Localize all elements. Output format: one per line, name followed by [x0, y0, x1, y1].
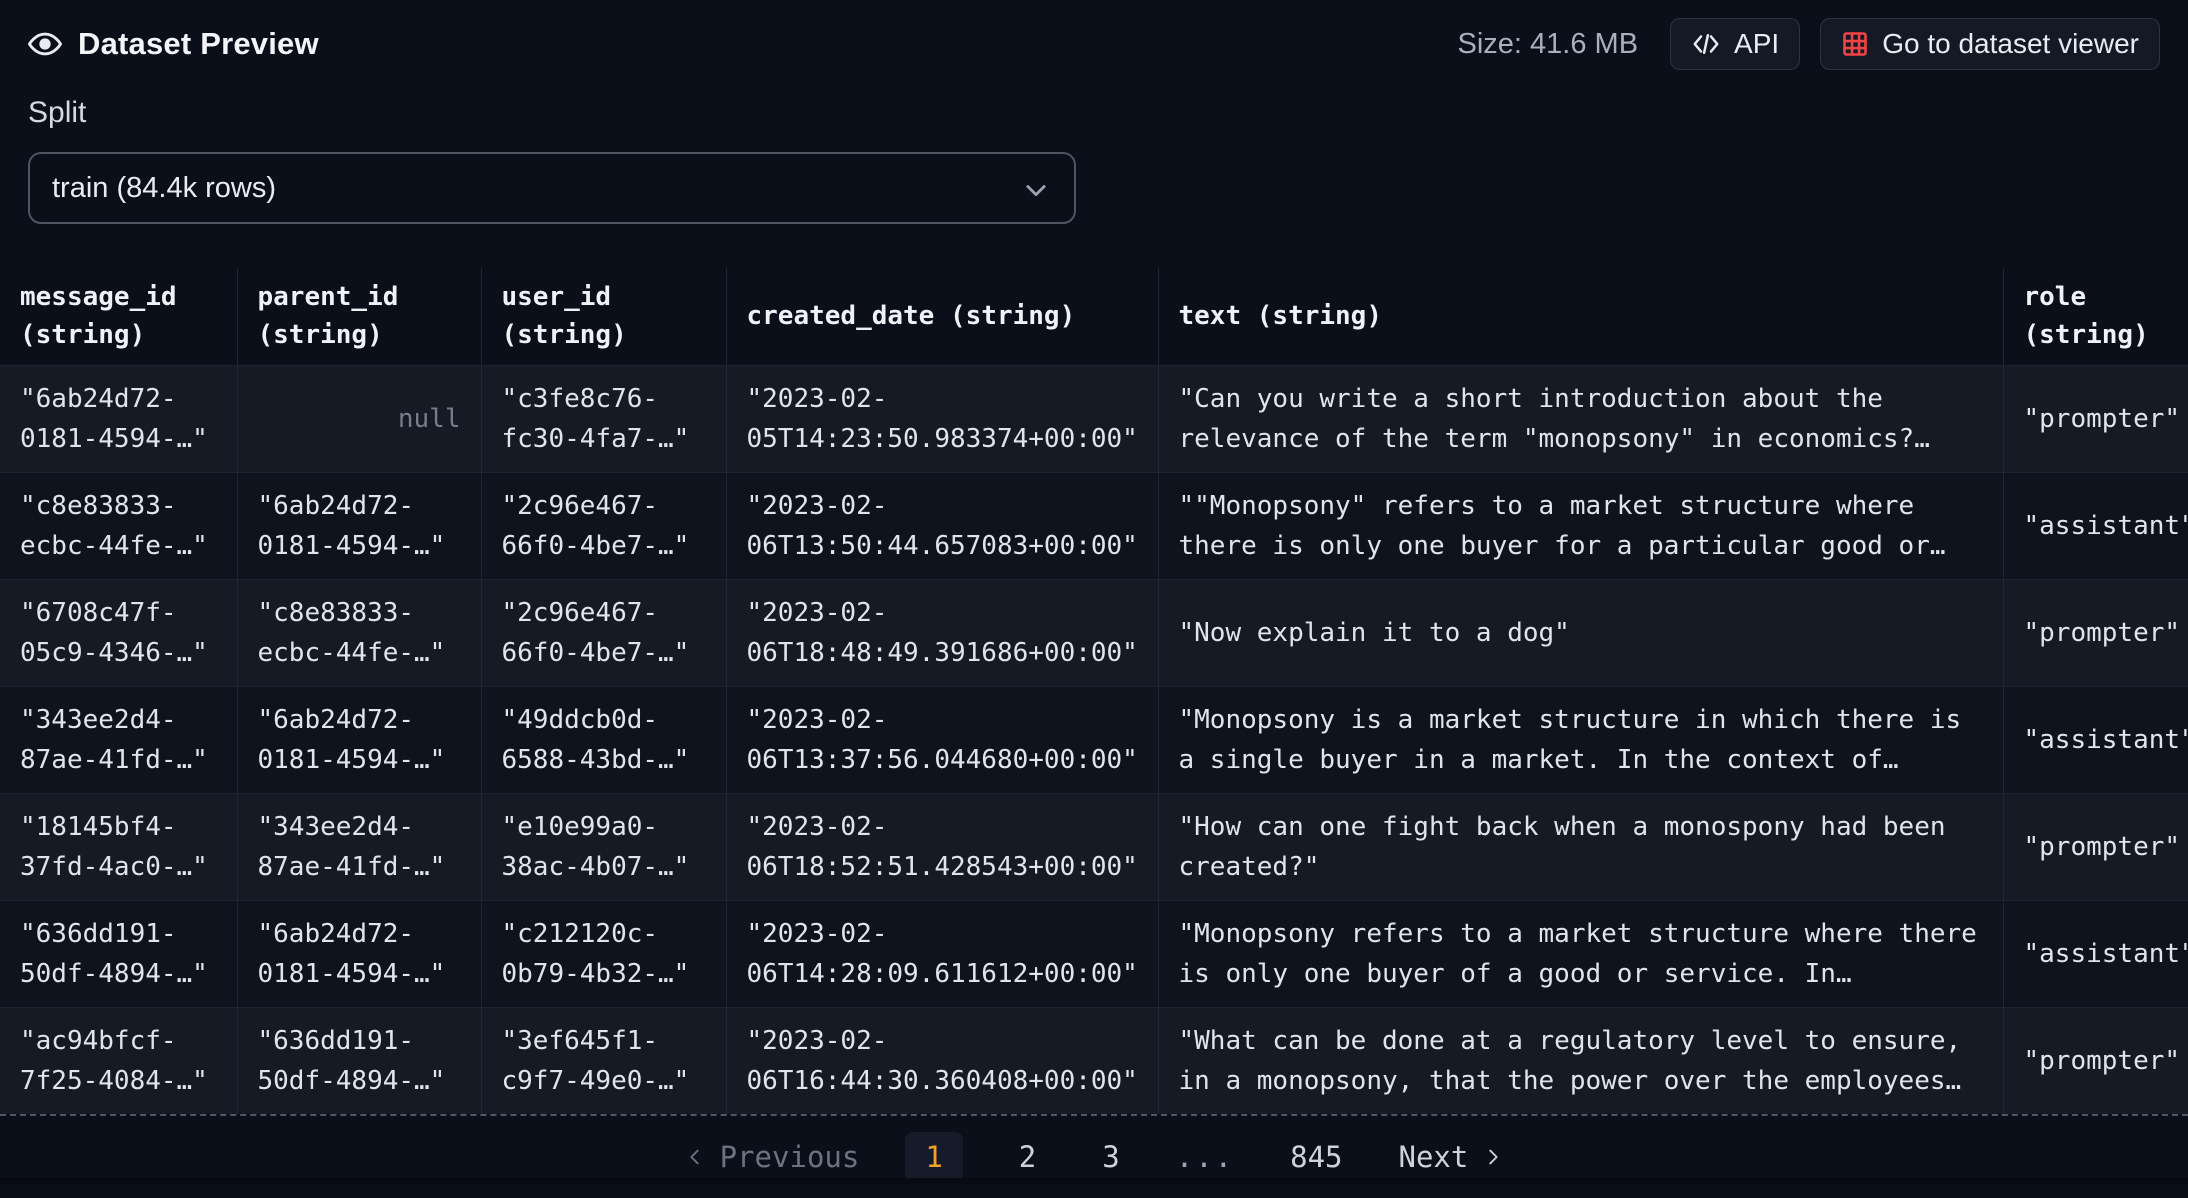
cell-message-id: "6ab24d72-0181-4594-…": [0, 365, 237, 472]
page-button-3[interactable]: 3: [1092, 1132, 1129, 1182]
cell-parent-id: "343ee2d4-87ae-41fd-…": [237, 793, 481, 900]
api-button-label: API: [1734, 28, 1779, 60]
next-label: Next: [1399, 1140, 1469, 1174]
chevron-down-icon: [1022, 176, 1050, 204]
go-to-dataset-viewer-button[interactable]: Go to dataset viewer: [1820, 18, 2160, 70]
pagination: Previous 1 2 3 ... 845 Next: [0, 1116, 2188, 1198]
cell-message-id: "636dd191-50df-4894-…": [0, 900, 237, 1007]
column-header-role: role (string): [2003, 268, 2188, 365]
cell-parent-id: "636dd191-50df-4894-…": [237, 1007, 481, 1114]
column-header-parent-id: parent_id (string): [237, 268, 481, 365]
cell-text: "Monopsony is a market structure in whic…: [1158, 686, 2003, 793]
split-select-value: train (84.4k rows): [30, 172, 276, 205]
cell-text: "Monopsony refers to a market structure …: [1158, 900, 2003, 1007]
cell-message-id: "ac94bfcf-7f25-4084-…": [0, 1007, 237, 1114]
cell-created-date: "2023-02-06T13:37:56.044680+00:00": [726, 686, 1158, 793]
cell-user-id: "c3fe8c76-fc30-4fa7-…": [481, 365, 726, 472]
cell-created-date: "2023-02-06T18:48:49.391686+00:00": [726, 579, 1158, 686]
split-section: Split train (84.4k rows): [0, 76, 2188, 224]
cell-text: "What can be done at a regulatory level …: [1158, 1007, 2003, 1114]
table-row: "c8e83833-ecbc-44fe-…" "6ab24d72-0181-45…: [0, 472, 2188, 579]
cell-created-date: "2023-02-06T13:50:44.657083+00:00": [726, 472, 1158, 579]
cell-created-date: "2023-02-06T14:28:09.611612+00:00": [726, 900, 1158, 1007]
dataset-size-label: Size: 41.6 MB: [1458, 28, 1639, 61]
table-row: "18145bf4-37fd-4ac0-…" "343ee2d4-87ae-41…: [0, 793, 2188, 900]
cell-user-id: "2c96e467-66f0-4be7-…": [481, 579, 726, 686]
chevron-left-icon: [684, 1142, 706, 1172]
cell-user-id: "c212120c-0b79-4b32-…": [481, 900, 726, 1007]
api-button[interactable]: API: [1670, 18, 1800, 70]
cell-parent-id: "6ab24d72-0181-4594-…": [237, 472, 481, 579]
cell-text: "Now explain it to a dog": [1158, 579, 2003, 686]
column-header-created-date: created_date (string): [726, 268, 1158, 365]
cell-role: "prompter": [2003, 793, 2188, 900]
dataset-table-container: message_id (string) parent_id (string) u…: [0, 268, 2188, 1116]
cell-message-id: "18145bf4-37fd-4ac0-…": [0, 793, 237, 900]
split-label: Split: [28, 96, 2160, 130]
chevron-right-icon: [1482, 1142, 1504, 1172]
cell-user-id: "49ddcb0d-6588-43bd-…": [481, 686, 726, 793]
cell-created-date: "2023-02-06T16:44:30.360408+00:00": [726, 1007, 1158, 1114]
viewer-button-label: Go to dataset viewer: [1882, 28, 2139, 60]
top-bar: Dataset Preview Size: 41.6 MB API Go to …: [0, 0, 2188, 76]
cell-role: "assistant": [2003, 686, 2188, 793]
split-select[interactable]: train (84.4k rows): [28, 152, 1076, 224]
code-icon: [1691, 29, 1721, 59]
page-ellipsis: ...: [1176, 1140, 1234, 1174]
cell-user-id: "3ef645f1-c9f7-49e0-…": [481, 1007, 726, 1114]
cell-created-date: "2023-02-06T18:52:51.428543+00:00": [726, 793, 1158, 900]
next-page-button[interactable]: Next: [1399, 1140, 1505, 1174]
previous-label: Previous: [720, 1140, 860, 1174]
table-row: "ac94bfcf-7f25-4084-…" "636dd191-50df-48…: [0, 1007, 2188, 1114]
table-row: "636dd191-50df-4894-…" "6ab24d72-0181-45…: [0, 900, 2188, 1007]
page-button-2[interactable]: 2: [1009, 1132, 1046, 1182]
cell-message-id: "6708c47f-05c9-4346-…": [0, 579, 237, 686]
cell-created-date: "2023-02-05T14:23:50.983374+00:00": [726, 365, 1158, 472]
eye-icon: [28, 27, 62, 61]
table-row: "343ee2d4-87ae-41fd-…" "6ab24d72-0181-45…: [0, 686, 2188, 793]
cell-role: "assistant": [2003, 472, 2188, 579]
table-row: "6ab24d72-0181-4594-…" null "c3fe8c76-fc…: [0, 365, 2188, 472]
bottom-edge-strip: [0, 1178, 2188, 1184]
cell-role: "assistant": [2003, 900, 2188, 1007]
top-right-actions: Size: 41.6 MB API Go to dataset viewer: [1458, 18, 2160, 70]
column-header-user-id: user_id (string): [481, 268, 726, 365]
column-header-text: text (string): [1158, 268, 2003, 365]
cell-text: "Can you write a short introduction abou…: [1158, 365, 2003, 472]
cell-message-id: "c8e83833-ecbc-44fe-…": [0, 472, 237, 579]
title-group: Dataset Preview: [28, 26, 319, 62]
cell-role: "prompter": [2003, 1007, 2188, 1114]
cell-role: "prompter": [2003, 579, 2188, 686]
dataset-table: message_id (string) parent_id (string) u…: [0, 268, 2188, 1114]
table-header-row: message_id (string) parent_id (string) u…: [0, 268, 2188, 365]
cell-parent-id: "c8e83833-ecbc-44fe-…": [237, 579, 481, 686]
column-header-message-id: message_id (string): [0, 268, 237, 365]
cell-message-id: "343ee2d4-87ae-41fd-…": [0, 686, 237, 793]
table-grid-icon: [1841, 30, 1869, 58]
cell-text: ""Monopsony" refers to a market structur…: [1158, 472, 2003, 579]
page-button-845[interactable]: 845: [1280, 1132, 1352, 1182]
page-title: Dataset Preview: [78, 26, 319, 62]
page-button-1[interactable]: 1: [905, 1132, 962, 1182]
cell-user-id: "e10e99a0-38ac-4b07-…": [481, 793, 726, 900]
cell-parent-id: "6ab24d72-0181-4594-…": [237, 900, 481, 1007]
previous-page-button[interactable]: Previous: [684, 1140, 860, 1174]
cell-role: "prompter": [2003, 365, 2188, 472]
cell-parent-id: null: [237, 365, 481, 472]
cell-user-id: "2c96e467-66f0-4be7-…": [481, 472, 726, 579]
table-row: "6708c47f-05c9-4346-…" "c8e83833-ecbc-44…: [0, 579, 2188, 686]
cell-text: "How can one fight back when a monospony…: [1158, 793, 2003, 900]
cell-parent-id: "6ab24d72-0181-4594-…": [237, 686, 481, 793]
